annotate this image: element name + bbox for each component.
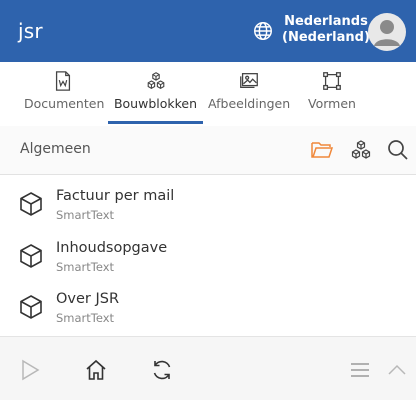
folder-icon[interactable] bbox=[310, 138, 334, 162]
cube-icon bbox=[20, 295, 42, 319]
bottom-bar bbox=[0, 336, 416, 400]
play-icon[interactable] bbox=[18, 358, 42, 382]
language-label: Nederlands (Nederland) bbox=[282, 14, 370, 46]
cubes-icon bbox=[147, 72, 164, 89]
tab-vormen-label: Vormen bbox=[308, 96, 356, 111]
tab-documenten-label: Documenten bbox=[24, 96, 105, 111]
breadcrumb[interactable]: Algemeen bbox=[20, 141, 91, 157]
cube-icon bbox=[20, 192, 42, 216]
item-name: Over JSR bbox=[56, 291, 120, 307]
tab-afbeeldingen[interactable]: Afbeeldingen bbox=[208, 70, 290, 126]
home-icon[interactable] bbox=[84, 358, 108, 382]
user-avatar-icon bbox=[374, 20, 400, 46]
item-type: SmartText bbox=[56, 208, 115, 222]
globe-icon bbox=[254, 22, 272, 40]
image-icon bbox=[240, 73, 258, 89]
item-name: Factuur per mail bbox=[56, 188, 175, 204]
list-item[interactable]: Inhoudsopgave SmartText bbox=[0, 231, 416, 283]
header-bar: jsr Nederlands (Nederland) bbox=[0, 0, 416, 62]
tab-bouwblokken[interactable]: Bouwblokken bbox=[108, 70, 203, 126]
user-avatar-button[interactable] bbox=[368, 13, 406, 51]
tab-afbeeldingen-label: Afbeeldingen bbox=[208, 96, 291, 111]
menu-icon[interactable] bbox=[348, 358, 372, 382]
language-name: Nederlands bbox=[284, 14, 368, 29]
list-item[interactable]: Factuur per mail SmartText bbox=[0, 179, 416, 231]
cube-icon bbox=[20, 244, 42, 268]
item-name: Inhoudsopgave bbox=[56, 240, 168, 256]
item-type: SmartText bbox=[56, 311, 115, 325]
search-icon[interactable] bbox=[386, 138, 410, 162]
list-item[interactable]: Over JSR SmartText bbox=[0, 282, 416, 334]
language-selector[interactable]: Nederlands (Nederland) bbox=[252, 14, 370, 46]
tab-bar: Documenten Bouwblokken Afbeeldingen Vorm… bbox=[0, 62, 416, 126]
document-word-icon bbox=[55, 71, 71, 91]
divider bbox=[0, 174, 416, 175]
item-type: SmartText bbox=[56, 260, 115, 274]
tab-bouwblokken-label: Bouwblokken bbox=[113, 96, 198, 111]
refresh-icon[interactable] bbox=[150, 358, 174, 382]
cubes-icon[interactable] bbox=[349, 138, 373, 162]
chevron-up-icon[interactable] bbox=[385, 358, 409, 382]
language-region: (Nederland) bbox=[282, 30, 370, 45]
toolbar: Algemeen bbox=[0, 126, 416, 174]
tab-vormen[interactable]: Vormen bbox=[300, 70, 364, 126]
app-title: jsr bbox=[18, 19, 43, 43]
tab-documenten[interactable]: Documenten bbox=[24, 70, 105, 126]
shapes-icon bbox=[323, 72, 341, 90]
